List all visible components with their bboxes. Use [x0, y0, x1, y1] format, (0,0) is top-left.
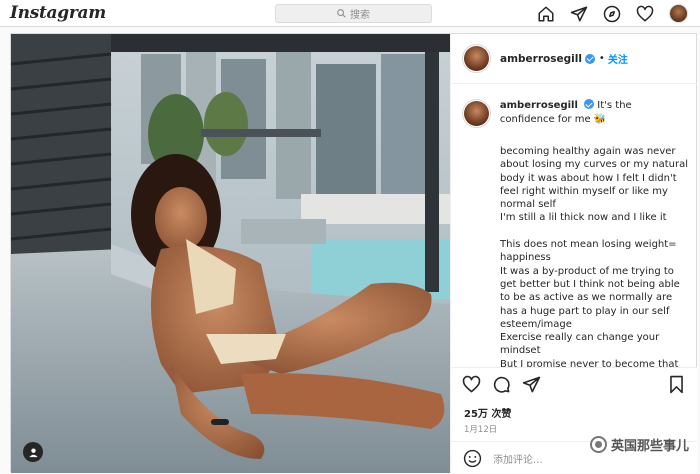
- paper-plane-icon[interactable]: [570, 5, 588, 23]
- follow-button[interactable]: 关注: [608, 51, 628, 66]
- profile-avatar[interactable]: [669, 4, 688, 23]
- caption-body: becoming healthy again was never about l…: [500, 146, 689, 370]
- watermark-text: 英国那些事儿: [610, 439, 689, 454]
- post-side-panel: amberrosegill • 关注 amberrosegill It's th…: [450, 34, 697, 473]
- search-icon: [337, 9, 346, 18]
- author-avatar[interactable]: [462, 44, 491, 73]
- heart-icon[interactable]: [636, 5, 654, 23]
- user-tag-icon[interactable]: [23, 442, 43, 462]
- home-icon[interactable]: [537, 5, 555, 23]
- verified-badge-icon: [584, 99, 595, 109]
- photo-illustration: [11, 34, 450, 473]
- top-nav-bar: Instagram 搜索: [0, 0, 700, 27]
- watermark: 英国那些事儿: [589, 435, 689, 454]
- like-heart-icon[interactable]: [462, 375, 481, 394]
- author-username[interactable]: amberrosegill: [500, 53, 582, 65]
- post-actions: 25万 次赞 1月12日 添加评论... 英国那些事儿: [451, 367, 697, 473]
- watermark-logo-icon: [589, 436, 607, 453]
- instagram-logo[interactable]: Instagram: [10, 3, 106, 23]
- caption-author-avatar[interactable]: [462, 99, 491, 128]
- caption-username[interactable]: amberrosegill: [500, 100, 578, 111]
- caption-lead: amberrosegill It's the confidence for me…: [500, 99, 689, 128]
- post-header: amberrosegill • 关注: [451, 34, 697, 84]
- post-photo[interactable]: [11, 34, 450, 473]
- post-card: amberrosegill • 关注 amberrosegill It's th…: [10, 33, 697, 473]
- search-placeholder: 搜索: [350, 10, 370, 21]
- comment-icon[interactable]: [492, 375, 511, 394]
- compass-icon[interactable]: [603, 5, 621, 23]
- bookmark-icon[interactable]: [667, 375, 686, 394]
- smiley-icon[interactable]: [463, 449, 482, 468]
- search-input[interactable]: 搜索: [275, 4, 432, 23]
- post-date: 1月12日: [464, 425, 498, 435]
- comment-input[interactable]: 添加评论...: [493, 451, 543, 466]
- like-count[interactable]: 25万 次赞: [464, 405, 511, 420]
- verified-badge-icon: [584, 53, 595, 64]
- caption-area: amberrosegill It's the confidence for me…: [451, 85, 697, 395]
- follow-separator: •: [598, 53, 605, 64]
- share-paper-plane-icon[interactable]: [522, 375, 541, 394]
